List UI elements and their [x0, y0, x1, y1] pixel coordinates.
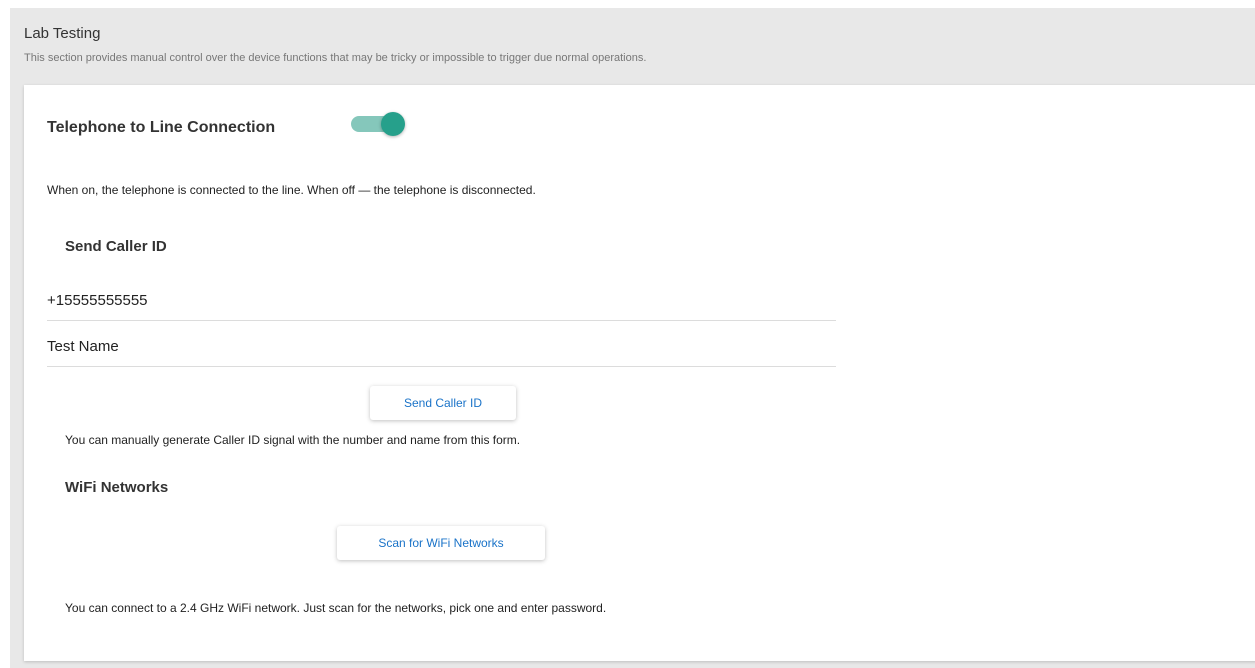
line-connection-heading: Telephone to Line Connection: [47, 119, 276, 136]
caller-number-input[interactable]: [47, 281, 836, 321]
section-description: This section provides manual control ove…: [24, 52, 647, 64]
send-caller-id-button[interactable]: Send Caller ID: [370, 386, 516, 420]
wifi-description: You can connect to a 2.4 GHz WiFi networ…: [65, 601, 607, 615]
line-connection-description: When on, the telephone is connected to t…: [47, 183, 536, 197]
lab-testing-card: Telephone to Line Connection When on, th…: [24, 85, 1255, 661]
toggle-thumb: [381, 112, 405, 136]
scan-wifi-button[interactable]: Scan for WiFi Networks: [337, 526, 545, 560]
line-connection-toggle[interactable]: [351, 111, 407, 137]
lab-testing-page: Lab Testing This section provides manual…: [10, 8, 1255, 668]
caller-name-input[interactable]: [47, 327, 836, 367]
caller-id-description: You can manually generate Caller ID sign…: [65, 433, 521, 447]
caller-id-heading: Send Caller ID: [65, 238, 167, 255]
wifi-heading: WiFi Networks: [65, 479, 169, 496]
section-title: Lab Testing: [24, 25, 101, 42]
